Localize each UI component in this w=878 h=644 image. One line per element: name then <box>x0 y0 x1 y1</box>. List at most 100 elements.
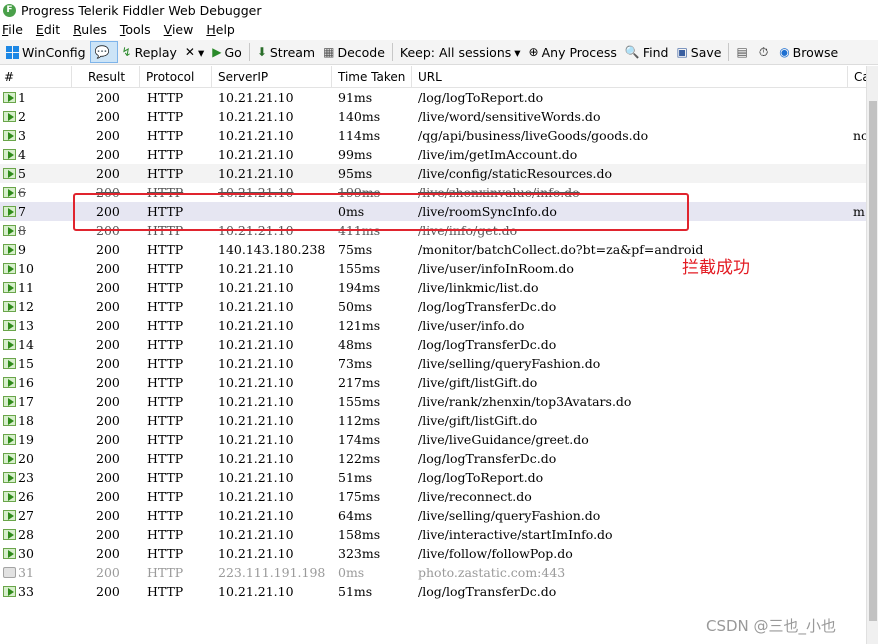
session-row[interactable]: 3 200 HTTP 10.21.21.10 114ms/qg/api/business… <box>0 126 866 145</box>
response-arrow-icon <box>3 529 16 540</box>
session-extra <box>853 107 866 126</box>
session-number: 30 <box>18 546 34 561</box>
column-header-protocol[interactable]: Protocol <box>140 66 212 88</box>
session-row[interactable]: 11 200 HTTP 10.21.21.10 194ms/live/linkmic/l… <box>0 278 866 297</box>
session-number: 19 <box>18 432 34 447</box>
column-header-num[interactable]: # <box>0 66 72 88</box>
session-row[interactable]: 19 200 HTTP 10.21.21.10 174ms/live/liveGuida… <box>0 430 866 449</box>
response-arrow-icon <box>3 396 16 407</box>
go-label: Go <box>224 44 242 60</box>
session-extra <box>853 430 866 449</box>
session-extra <box>853 582 866 601</box>
find-button[interactable]: 🔍 Find <box>621 41 673 63</box>
column-header-extra[interactable]: Ca <box>848 66 866 88</box>
session-protocol: HTTP <box>147 451 184 466</box>
session-url: /log/logTransferDc.do <box>418 337 557 352</box>
go-button[interactable]: ▶ Go <box>208 41 246 63</box>
any-process-button[interactable]: ⊕ Any Process <box>525 41 621 63</box>
find-label: Find <box>642 44 669 60</box>
session-number: 13 <box>18 318 34 333</box>
decode-button[interactable]: ▦ Decode <box>319 41 389 63</box>
session-protocol: HTTP <box>147 318 184 333</box>
session-row[interactable]: 31 200 HTTP 223.111.191.198 0ms photo.zastati… <box>0 563 866 582</box>
session-row[interactable]: 2 200 HTTP 10.21.21.10 140ms/live/word/sensi… <box>0 107 866 126</box>
column-header-time-taken[interactable]: Time Taken <box>332 66 412 88</box>
winconfig-button[interactable]: WinConfig <box>2 41 90 63</box>
response-arrow-icon <box>3 453 16 464</box>
session-row[interactable]: 16 200 HTTP 10.21.21.10 217ms/live/gift/list… <box>0 373 866 392</box>
menu-item[interactable]: Edit <box>36 22 60 37</box>
response-arrow-icon <box>3 434 16 445</box>
menu-item[interactable]: Help <box>206 22 235 37</box>
session-row[interactable]: 23 200 HTTP 10.21.21.10 51ms/log/logToReport… <box>0 468 866 487</box>
column-header-server-ip[interactable]: ServerIP <box>212 66 332 88</box>
session-row[interactable]: 14 200 HTTP 10.21.21.10 48ms/log/logTransfer… <box>0 335 866 354</box>
session-time-taken: 194ms <box>338 280 381 295</box>
browse-button[interactable]: ◉ Browse <box>775 41 842 63</box>
replay-button[interactable]: ↯ Replay <box>118 41 181 63</box>
session-row[interactable]: 1 200 HTTP 10.21.21.10 91ms/log/logToReport.… <box>0 88 866 107</box>
session-url: /live/user/info.do <box>418 318 525 333</box>
scrollbar-thumb[interactable] <box>869 101 877 621</box>
session-time-taken: 158ms <box>338 527 381 542</box>
response-arrow-icon <box>3 244 16 255</box>
menu-item[interactable]: Tools <box>120 22 151 37</box>
play-arrow-icon: ▶ <box>212 45 222 59</box>
screenshot-button[interactable]: ▤ <box>732 41 754 63</box>
session-number: 5 <box>18 166 26 181</box>
menu-item[interactable]: View <box>164 22 194 37</box>
session-protocol: HTTP <box>147 337 184 352</box>
session-row[interactable]: 4 200 HTTP 10.21.21.10 99ms/live/im/getImAcc… <box>0 145 866 164</box>
browse-label: Browse <box>792 44 839 60</box>
session-time-taken: 122ms <box>338 451 381 466</box>
session-url: /log/logTransferDc.do <box>418 451 557 466</box>
session-protocol: HTTP <box>147 584 184 599</box>
session-protocol: HTTP <box>147 90 184 105</box>
session-result: 200 <box>96 166 120 181</box>
timer-button[interactable]: ⏱ <box>755 41 775 63</box>
session-row[interactable]: 13 200 HTTP 10.21.21.10 121ms/live/user/info… <box>0 316 866 335</box>
session-server-ip: 10.21.21.10 <box>218 470 294 485</box>
session-row[interactable]: 30 200 HTTP 10.21.21.10 323ms/live/follow/fo… <box>0 544 866 563</box>
session-row[interactable]: 28 200 HTTP 10.21.21.10 158ms/live/interacti… <box>0 525 866 544</box>
column-header-url[interactable]: URL <box>412 66 848 88</box>
session-number: 7 <box>18 204 26 219</box>
session-row[interactable]: 17 200 HTTP 10.21.21.10 155ms/live/rank/zhen… <box>0 392 866 411</box>
session-result: 200 <box>96 299 120 314</box>
session-row[interactable]: 5 200 HTTP 10.21.21.10 95ms/live/config/stat… <box>0 164 866 183</box>
session-extra <box>853 487 866 506</box>
session-row[interactable]: 18 200 HTTP 10.21.21.10 112ms/live/gift/list… <box>0 411 866 430</box>
session-extra <box>853 88 866 107</box>
remove-sessions-button[interactable]: ✕ ▾ <box>181 41 208 63</box>
menu-item[interactable]: Rules <box>73 22 107 37</box>
session-server-ip: 10.21.21.10 <box>218 451 294 466</box>
stream-button[interactable]: ⬇ Stream <box>253 41 319 63</box>
menu-item-accelerator: V <box>163 22 172 37</box>
column-header-result[interactable]: Result <box>72 66 140 88</box>
save-button[interactable]: ▣ Save <box>672 41 725 63</box>
session-time-taken: 51ms <box>338 470 373 485</box>
session-row[interactable]: 20 200 HTTP 10.21.21.10 122ms/log/logTransfe… <box>0 449 866 468</box>
session-result: 200 <box>96 242 120 257</box>
sessions-grid: # Result Protocol ServerIP Time Taken UR… <box>0 66 866 644</box>
session-row[interactable]: 26 200 HTTP 10.21.21.10 175ms/live/reconnect… <box>0 487 866 506</box>
session-row[interactable]: 15 200 HTTP 10.21.21.10 73ms/live/selling/qu… <box>0 354 866 373</box>
response-arrow-icon <box>3 358 16 369</box>
vertical-scrollbar[interactable] <box>866 66 878 644</box>
session-row[interactable]: 27 200 HTTP 10.21.21.10 64ms/live/selling/qu… <box>0 506 866 525</box>
session-result: 200 <box>96 527 120 542</box>
session-protocol: HTTP <box>147 508 184 523</box>
response-arrow-icon <box>3 263 16 274</box>
menu-item[interactable]: File <box>2 22 23 37</box>
session-row[interactable]: 12 200 HTTP 10.21.21.10 50ms/log/logTransfer… <box>0 297 866 316</box>
session-protocol: HTTP <box>147 565 184 580</box>
session-url: /live/word/sensitiveWords.do <box>418 109 601 124</box>
session-server-ip: 10.21.21.10 <box>218 90 294 105</box>
session-number: 14 <box>18 337 34 352</box>
session-row[interactable]: 33 200 HTTP 10.21.21.10 51ms/log/logTransfer… <box>0 582 866 601</box>
session-result: 200 <box>96 337 120 352</box>
keep-sessions-dropdown[interactable]: Keep: All sessions ▾ <box>396 41 525 63</box>
comment-button[interactable]: 💬 <box>89 41 118 63</box>
session-result: 200 <box>96 90 120 105</box>
response-arrow-icon <box>3 301 16 312</box>
